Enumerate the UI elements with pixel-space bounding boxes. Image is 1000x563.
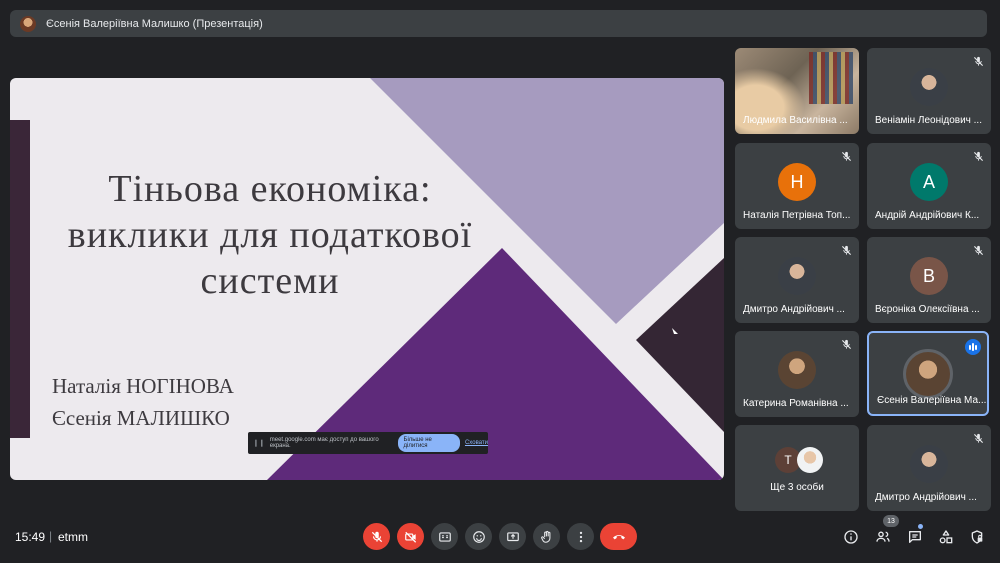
people-icon <box>876 531 890 542</box>
host-controls-lock-icon <box>971 530 983 544</box>
participant-tile-active-speaker[interactable]: Єсенія Валеріївна Ма... <box>867 331 989 416</box>
participant-name: Веніамін Леонідович ... <box>875 115 982 126</box>
participant-avatar: В <box>910 257 948 295</box>
slide-title-line: виклики для податкової <box>67 214 473 256</box>
slide-title-line: Тіньова економіка: <box>108 168 432 210</box>
hang-up-icon <box>612 534 625 539</box>
participant-avatar <box>778 351 816 389</box>
participant-tile[interactable]: Катерина Романівна ... <box>735 331 859 417</box>
mic-off-icon <box>371 531 382 542</box>
participant-name: Вєроніка Олексіївна ... <box>875 304 980 315</box>
participant-tile[interactable]: В Вєроніка Олексіївна ... <box>867 237 991 323</box>
presentation-slide: Тіньова економіка: виклики для податково… <box>10 78 724 480</box>
leave-call-button[interactable] <box>600 523 637 550</box>
meeting-code: etmm <box>58 530 88 544</box>
camera-off-icon <box>404 531 416 543</box>
presenter-name: Єсенія Валеріївна Малишко (Презентація) <box>46 17 263 30</box>
activities-icon <box>939 530 953 544</box>
participant-tile[interactable]: Н Наталія Петрівна Топ... <box>735 143 859 229</box>
presenter-avatar <box>20 15 36 32</box>
participant-name: Дмитро Андрійович ... <box>743 304 845 315</box>
mic-off-icon <box>839 337 853 351</box>
participant-name: Єсенія Валеріївна Ма... <box>877 395 987 406</box>
participant-avatar <box>778 257 816 295</box>
info-icon <box>844 530 858 544</box>
activities-button[interactable] <box>936 527 956 547</box>
participant-avatar: Н <box>778 163 816 201</box>
more-vert-icon <box>579 531 582 542</box>
captions-icon <box>438 531 451 542</box>
participant-tile[interactable]: Людмила Василівна ... <box>735 48 859 134</box>
participant-tile[interactable]: Дмитро Андрійович ... <box>867 425 991 511</box>
present-screen-icon <box>506 531 519 541</box>
participant-tile[interactable]: А Андрій Андрійович К... <box>867 143 991 229</box>
captions-button[interactable] <box>431 523 458 550</box>
screen-share-notice: ❙❙ meet.google.com має доступ до вашого … <box>248 432 488 454</box>
chat-notification-dot <box>918 524 923 529</box>
share-notice-text: meet.google.com має доступ до вашого екр… <box>269 437 379 449</box>
pause-icon: ❙❙ <box>253 440 265 447</box>
mic-off-icon <box>839 149 853 163</box>
slide-title-line: системи <box>200 260 340 302</box>
presenter-bar[interactable]: Єсенія Валеріївна Малишко (Презентація) <box>10 10 987 37</box>
raise-hand-icon <box>540 530 550 543</box>
more-participants-label: Ще 3 особи <box>770 482 824 493</box>
present-screen-button[interactable] <box>499 523 526 550</box>
participant-avatar <box>910 445 948 483</box>
mic-off-icon <box>971 243 985 257</box>
emoji-icon <box>472 530 485 543</box>
people-count-badge: 13 <box>883 515 899 527</box>
meeting-details-button[interactable] <box>841 527 861 547</box>
reactions-button[interactable] <box>465 523 492 550</box>
more-participants-tile[interactable]: Т Ще 3 особи <box>735 425 859 511</box>
host-controls-button[interactable] <box>967 527 987 547</box>
people-button[interactable] <box>873 527 893 547</box>
camera-toggle-button[interactable] <box>397 523 424 550</box>
more-participants-avatars: Т <box>775 447 825 473</box>
mic-off-icon <box>839 243 853 257</box>
slide-title: Тіньова економіка: виклики для податково… <box>30 166 510 304</box>
participant-tile[interactable]: Веніамін Леонідович ... <box>867 48 991 134</box>
slide-author: Наталія НОГІНОВА <box>52 374 234 398</box>
more-options-button[interactable] <box>567 523 594 550</box>
participant-name: Катерина Романівна ... <box>743 398 849 409</box>
participant-avatar <box>903 349 953 399</box>
participant-name: Андрій Андрійович К... <box>875 210 980 221</box>
participant-tile[interactable]: Дмитро Андрійович ... <box>735 237 859 323</box>
participant-name: Наталія Петрівна Топ... <box>743 210 851 221</box>
participant-avatar <box>910 68 948 106</box>
mic-off-icon <box>971 431 985 445</box>
meeting-clock: 15:49 <box>15 530 46 544</box>
chat-icon <box>909 531 921 543</box>
hide-notice-link[interactable]: Сховати <box>465 440 488 446</box>
microphone-toggle-button[interactable] <box>363 523 390 550</box>
participant-avatar: А <box>910 163 948 201</box>
participant-name: Людмила Василівна ... <box>743 115 848 126</box>
mic-off-icon <box>971 149 985 163</box>
clock-separator: | <box>49 529 53 543</box>
participant-name: Дмитро Андрійович ... <box>875 492 977 503</box>
slide-author: Єсенія МАЛИШКО <box>52 406 230 430</box>
raise-hand-button[interactable] <box>533 523 560 550</box>
participant-avatar <box>797 447 823 473</box>
speaking-indicator-icon <box>965 339 981 355</box>
stop-sharing-button[interactable]: Більше не ділитися <box>397 434 460 452</box>
mic-off-icon <box>971 54 985 68</box>
chat-button[interactable] <box>905 527 925 547</box>
